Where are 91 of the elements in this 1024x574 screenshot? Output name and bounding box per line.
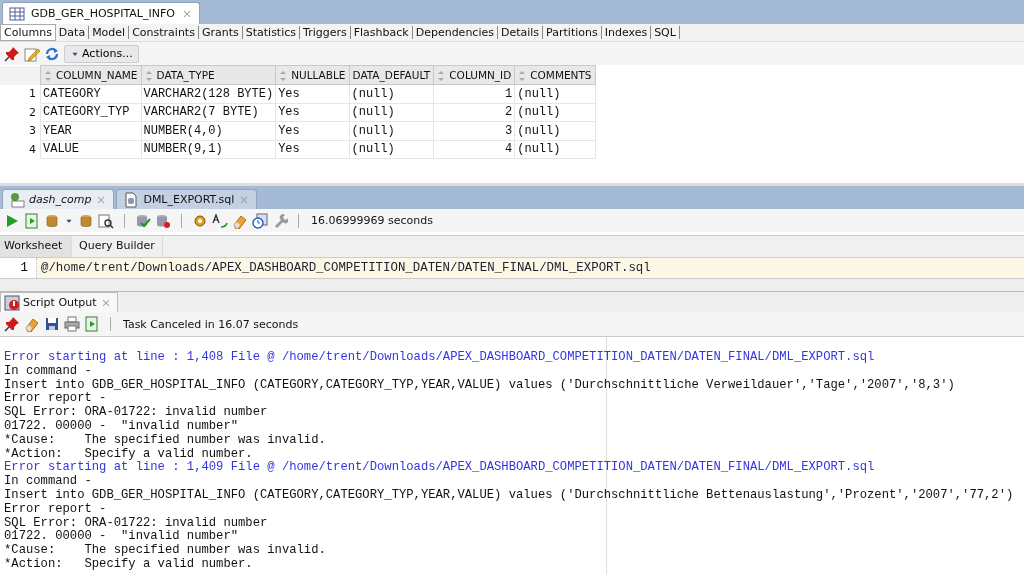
code-editor[interactable]: 1 @/home/trent/Downloads/APEX_DASHBOARD_COMPETITION_DATEN/DATEN_FINAL/DML_EXPORT.sql	[0, 257, 1024, 279]
table-cell: Yes	[275, 84, 349, 103]
table-cell: (null)	[514, 121, 596, 140]
table-cell: YEAR	[40, 121, 141, 140]
rollback-icon[interactable]	[155, 212, 171, 229]
table-cell: NUMBER(4,0)	[141, 121, 276, 140]
splitter-handle[interactable]	[0, 279, 1024, 292]
actions-button[interactable]: Actions...	[64, 44, 139, 63]
sub-tab[interactable]: SQL	[651, 26, 680, 39]
sub-tab[interactable]: Partitions	[543, 26, 602, 39]
table-cell: VARCHAR2(128 BYTE)	[141, 84, 276, 103]
sub-tab[interactable]: Triggers	[300, 26, 351, 39]
table-cell: VARCHAR2(7 BYTE)	[141, 103, 276, 122]
output-line: In command -	[4, 475, 93, 489]
tab-title: GDB_GER_HOSPITAL_INFO	[31, 7, 175, 20]
output-line: 01722. 00000 - "invalid number"	[4, 420, 240, 434]
sub-tab[interactable]: Model	[89, 26, 130, 39]
save-icon[interactable]	[44, 316, 60, 332]
explain-icon[interactable]	[98, 212, 114, 229]
column-header[interactable]: NULLABLE	[275, 65, 349, 85]
output-tab[interactable]: Script Output	[0, 292, 118, 312]
sub-tab[interactable]: Data	[55, 26, 90, 39]
output-line: Error report -	[4, 392, 108, 406]
edit-icon[interactable]	[24, 45, 40, 62]
history-icon[interactable]	[252, 212, 268, 229]
table-cell: Yes	[275, 103, 349, 122]
output-line: *Action: Specify a valid number.	[4, 557, 254, 572]
table-cell: VALUE	[40, 140, 141, 159]
eraser-icon[interactable]	[24, 316, 40, 332]
table-cell: (null)	[349, 121, 434, 140]
column-header[interactable]: COMMENTS	[514, 65, 596, 85]
output-line: Insert into GDB_GER_HOSPITAL_INFO (CATEGORY,CATEGORY_TYP,YEAR,VALUE) values ('Durchschnittliche Verweildauer','Tage','2007','8,3')	[4, 378, 956, 392]
elapsed-time: 16.06999969 seconds	[311, 214, 433, 227]
output-line: *Cause: The specified number was invalid.	[4, 544, 327, 558]
worksheet-tab[interactable]: Query Builder	[72, 236, 163, 257]
column-header[interactable]: COLUMN_ID	[433, 65, 515, 85]
pin-icon[interactable]	[4, 316, 20, 332]
column-header[interactable]: DATA_TYPE	[141, 65, 276, 85]
sub-tab[interactable]: Statistics	[242, 26, 301, 39]
output-line: 01722. 00000 - "invalid number"	[4, 530, 240, 544]
worksheet-tab[interactable]: Worksheet	[0, 236, 72, 257]
sub-tab[interactable]: Columns	[0, 24, 56, 41]
sub-tab[interactable]: Flashback	[350, 26, 413, 39]
error-message: Error starting at line : 1,408 File @ /home/trent/Downloads/APEX_DASHBOARD_COMPETITION_DATEN/DATEN_FINAL/DML_EXPORT.sql	[4, 351, 876, 365]
print-icon[interactable]	[64, 316, 80, 332]
row-number: 2	[0, 103, 41, 122]
table-cell: (null)	[514, 103, 596, 122]
output-line: *Cause: The specified number was invalid.	[4, 433, 327, 448]
column-header[interactable]: DATA_DEFAULT	[349, 65, 434, 85]
row-number: 1	[0, 84, 41, 103]
table-cell: (null)	[514, 84, 596, 103]
table-cell: 4	[433, 140, 515, 159]
table-cell: CATEGORY	[40, 84, 141, 103]
task-status: Task Canceled in 16.07 seconds	[123, 317, 299, 331]
pin-icon[interactable]	[4, 45, 20, 62]
table-cell: Yes	[275, 140, 349, 159]
editor-tab[interactable]: DML_EXPORT.sql	[116, 189, 258, 209]
output-line: Error report -	[4, 502, 108, 517]
table-icon	[9, 5, 25, 22]
sub-tab[interactable]: Indexes	[601, 26, 652, 39]
output-line: SQL Error: ORA-01722: invalid number	[4, 516, 269, 530]
output-line: In command -	[4, 364, 93, 379]
table-cell: NUMBER(9,1)	[141, 140, 276, 159]
sub-tab[interactable]: Details	[497, 26, 544, 39]
commit-icon[interactable]	[135, 212, 151, 229]
output-line: SQL Error: ORA-01722: invalid number	[4, 406, 269, 420]
run-icon[interactable]	[4, 212, 20, 229]
table-cell: (null)	[349, 84, 434, 103]
output-line: Insert into GDB_GER_HOSPITAL_INFO (CATEGORY,CATEGORY_TYP,YEAR,VALUE) values ('Durchschnittliche Bettenauslastung','Prozent','2007','77,2')	[4, 488, 1015, 503]
format-icon[interactable]	[212, 212, 228, 229]
table-tab[interactable]: GDB_GER_HOSPITAL_INFO	[2, 2, 200, 24]
table-cell: CATEGORY_TYP	[40, 103, 141, 122]
table-cell: Yes	[275, 121, 349, 140]
sub-tab[interactable]: Grants	[198, 26, 243, 39]
run-script-icon[interactable]	[84, 316, 100, 332]
output-line: *Action: Specify a valid number.	[4, 447, 254, 461]
sub-tab[interactable]: Constraints	[129, 26, 199, 39]
sub-tab[interactable]: Dependencies	[412, 26, 498, 39]
table-cell: 2	[433, 103, 515, 122]
run-script-icon[interactable]	[24, 212, 40, 229]
row-number: 3	[0, 121, 41, 140]
error-message: Error starting at line : 1,409 File @ /home/trent/Downloads/APEX_DASHBOARD_COMPETITION_DATEN/DATEN_FINAL/DML_EXPORT.sql	[4, 461, 876, 475]
table-cell: (null)	[349, 103, 434, 122]
table-cell: 3	[433, 121, 515, 140]
table-cell: 1	[433, 84, 515, 103]
column-header[interactable]: COLUMN_NAME	[40, 65, 141, 85]
row-number: 4	[0, 140, 41, 159]
table-cell: (null)	[349, 140, 434, 159]
refresh-icon[interactable]	[44, 45, 60, 62]
editor-tab[interactable]: dash_comp	[2, 189, 115, 209]
table-cell: (null)	[514, 140, 596, 159]
